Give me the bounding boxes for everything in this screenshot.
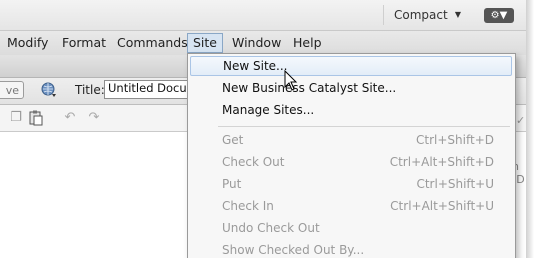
copy-icon[interactable]: ❐ — [8, 110, 24, 126]
menu-modify[interactable]: Modify — [2, 33, 53, 53]
menu-item-label: Get — [222, 133, 244, 147]
menu-item-get: Get Ctrl+Shift+D — [190, 130, 512, 150]
menu-item-label: Undo Check Out — [222, 221, 320, 235]
menu-item-manage-sites[interactable]: Manage Sites... — [190, 100, 512, 120]
menu-item-label: Show Checked Out By... — [222, 243, 365, 257]
document-title-field[interactable]: Untitled Docume — [104, 80, 199, 99]
menu-item-shortcut: Ctrl+Alt+Shift+D — [389, 155, 494, 169]
menu-commands[interactable]: Commands — [112, 33, 193, 53]
title-label: Title: — [75, 83, 105, 97]
menu-item-label: New Business Catalyst Site... — [222, 81, 397, 95]
check-icon: ✓ — [516, 114, 526, 127]
view-button[interactable]: ve — [0, 81, 24, 99]
menu-item-label: Put — [222, 177, 242, 191]
site-menu-dropdown: New Site... New Business Catalyst Site..… — [187, 53, 516, 258]
dreamweaver-window: Compact ▼ ⚙▼ Modify Format Commands Site… — [0, 0, 534, 258]
menu-item-check-in: Check In Ctrl+Alt+Shift+U — [190, 196, 512, 216]
menu-item-shortcut: Ctrl+Shift+D — [416, 133, 494, 147]
menu-site[interactable]: Site — [187, 33, 223, 53]
menu-item-show-checked-out-by: Show Checked Out By... — [190, 240, 512, 258]
menu-format[interactable]: Format — [57, 33, 111, 53]
menu-separator — [218, 126, 510, 127]
menu-help[interactable]: Help — [288, 33, 327, 53]
menu-item-check-out: Check Out Ctrl+Alt+Shift+D — [190, 152, 512, 172]
menu-item-label: New Site... — [223, 59, 288, 73]
workspace-label: Compact — [394, 8, 448, 22]
paste-icon[interactable] — [28, 110, 44, 126]
menu-item-label: Check Out — [222, 155, 285, 169]
redo-icon[interactable]: ↷ — [86, 110, 102, 126]
menu-item-label: Check In — [222, 199, 274, 213]
chevron-down-icon: ▼ — [454, 10, 461, 19]
application-bar: Compact ▼ ⚙▼ — [0, 0, 526, 30]
mouse-cursor-icon — [284, 70, 298, 91]
globe-icon[interactable] — [41, 82, 57, 98]
menu-item-shortcut: Ctrl+Shift+U — [416, 177, 494, 191]
menu-item-new-business-catalyst-site[interactable]: New Business Catalyst Site... — [190, 78, 512, 98]
undo-icon[interactable]: ↶ — [62, 110, 78, 126]
menu-item-new-site[interactable]: New Site... — [190, 56, 512, 76]
menu-item-put: Put Ctrl+Shift+U — [190, 174, 512, 194]
window-shadow — [526, 0, 534, 258]
menu-window[interactable]: Window — [227, 33, 286, 53]
menu-item-label: Manage Sites... — [222, 103, 315, 117]
workspace-switcher[interactable]: Compact ▼ — [383, 5, 469, 25]
menu-item-undo-check-out: Undo Check Out — [190, 218, 512, 238]
gear-icon[interactable]: ⚙▼ — [484, 8, 514, 23]
menu-item-shortcut: Ctrl+Alt+Shift+U — [390, 199, 494, 213]
